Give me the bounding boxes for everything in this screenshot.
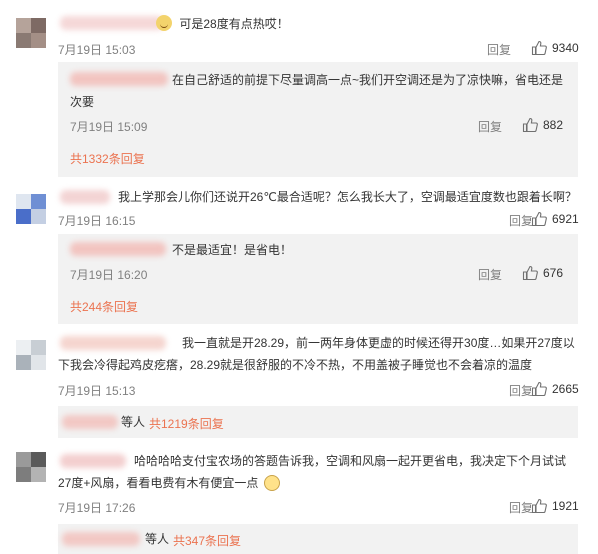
reply-box: 等人 共1219条回复	[58, 406, 578, 438]
username-blurred[interactable]	[60, 190, 110, 204]
avatar[interactable]	[16, 340, 46, 370]
reply-button[interactable]: 回复	[509, 212, 533, 229]
reply-button[interactable]: 回复	[509, 499, 533, 516]
reply-time: 7月19日 15:09	[70, 120, 148, 134]
comment-time: 7月19日 17:26	[58, 501, 136, 515]
comment-item: 我上学那会儿你们还说开26℃最合适呢？怎么我长大了，空调最适宜度数也跟着长啊？ …	[0, 178, 598, 326]
more-replies-link[interactable]: 共1219条回复	[149, 415, 224, 432]
reply-username-blurred[interactable]	[70, 242, 166, 256]
thumbs-up-icon	[522, 265, 538, 281]
avatar[interactable]	[16, 194, 46, 224]
thumbs-up-icon	[531, 40, 547, 56]
reply-others: 等人	[121, 415, 146, 429]
like-count: 676	[543, 266, 564, 280]
reply-button[interactable]: 回复	[487, 41, 511, 58]
more-replies-link[interactable]: 共244条回复	[70, 298, 138, 315]
reply-button[interactable]: 回复	[478, 118, 502, 135]
like-count: 9340	[552, 41, 579, 55]
comment-item: 哈哈哈哈支付宝农场的答题告诉我，空调和风扇一起开更省电，我决定下个月试试 27度…	[0, 444, 598, 554]
like-button[interactable]: 676	[522, 265, 563, 281]
comment-time: 7月19日 15:03	[58, 43, 136, 57]
comment-text: 我上学那会儿你们还说开26℃最合适呢？怎么我长大了，空调最适宜度数也跟着长啊？	[118, 190, 577, 204]
like-button[interactable]: 1921	[531, 498, 579, 514]
like-count: 2665	[552, 382, 579, 396]
like-button[interactable]: 9340	[531, 40, 579, 56]
comment-time: 7月19日 15:13	[58, 384, 136, 398]
reply-button[interactable]: 回复	[509, 382, 533, 399]
thumbs-up-icon	[531, 498, 547, 514]
reply-username-blurred[interactable]	[62, 532, 140, 546]
comment-item: 我一直就是开28.29，前一两年身体更虚的时候还得开30度…如果开27度以 下我…	[0, 326, 598, 444]
smile-face-emoji-icon	[263, 475, 280, 491]
comment-time: 7月19日 16:15	[58, 214, 136, 228]
avatar[interactable]	[16, 452, 46, 482]
reply-others: 等人	[145, 532, 170, 546]
avatar[interactable]	[16, 18, 46, 48]
comment-item: 可是28度有点热哎！ 7月19日 15:03 回复 9340 在自己舒适的前提下…	[0, 0, 598, 178]
reply-box: 等人 共347条回复	[58, 524, 578, 554]
username-blurred[interactable]	[60, 16, 164, 30]
reply-box: 不是最适宜！是省电！ 7月19日 16:20 回复 676 共244条回复	[58, 234, 578, 324]
comment-text: 哈哈哈哈支付宝农场的答题告诉我，空调和风扇一起开更省电，我决定下个月试试 27度…	[58, 454, 567, 491]
more-replies-link[interactable]: 共347条回复	[173, 532, 241, 549]
thumbs-up-icon	[522, 117, 538, 133]
reply-box: 在自己舒适的前提下尽量调高一点~我们开空调还是为了凉快嘛，省电还是次要 7月19…	[58, 62, 578, 177]
like-button[interactable]: 2665	[531, 381, 579, 397]
reply-time: 7月19日 16:20	[70, 268, 148, 282]
comment-text: 可是28度有点热哎！	[154, 13, 594, 35]
comment-text: 我一直就是开28.29，前一两年身体更虚的时候还得开30度…如果开27度以 下我…	[58, 336, 575, 372]
reply-text: 不是最适宜！是省电！	[172, 243, 293, 257]
reply-text: 在自己舒适的前提下尽量调高一点~我们开空调还是为了凉快嘛，省电还是次要	[70, 73, 564, 109]
like-button[interactable]: 882	[522, 117, 563, 133]
like-count: 882	[543, 118, 564, 132]
grin-emoji-icon	[156, 15, 172, 31]
reply-username-blurred[interactable]	[62, 415, 118, 429]
like-count: 1921	[552, 499, 579, 513]
more-replies-link[interactable]: 共1332条回复	[70, 150, 145, 167]
reply-button[interactable]: 回复	[478, 266, 502, 283]
like-button[interactable]: 6921	[531, 211, 579, 227]
thumbs-up-icon	[531, 211, 547, 227]
like-count: 6921	[552, 212, 579, 226]
thumbs-up-icon	[531, 381, 547, 397]
